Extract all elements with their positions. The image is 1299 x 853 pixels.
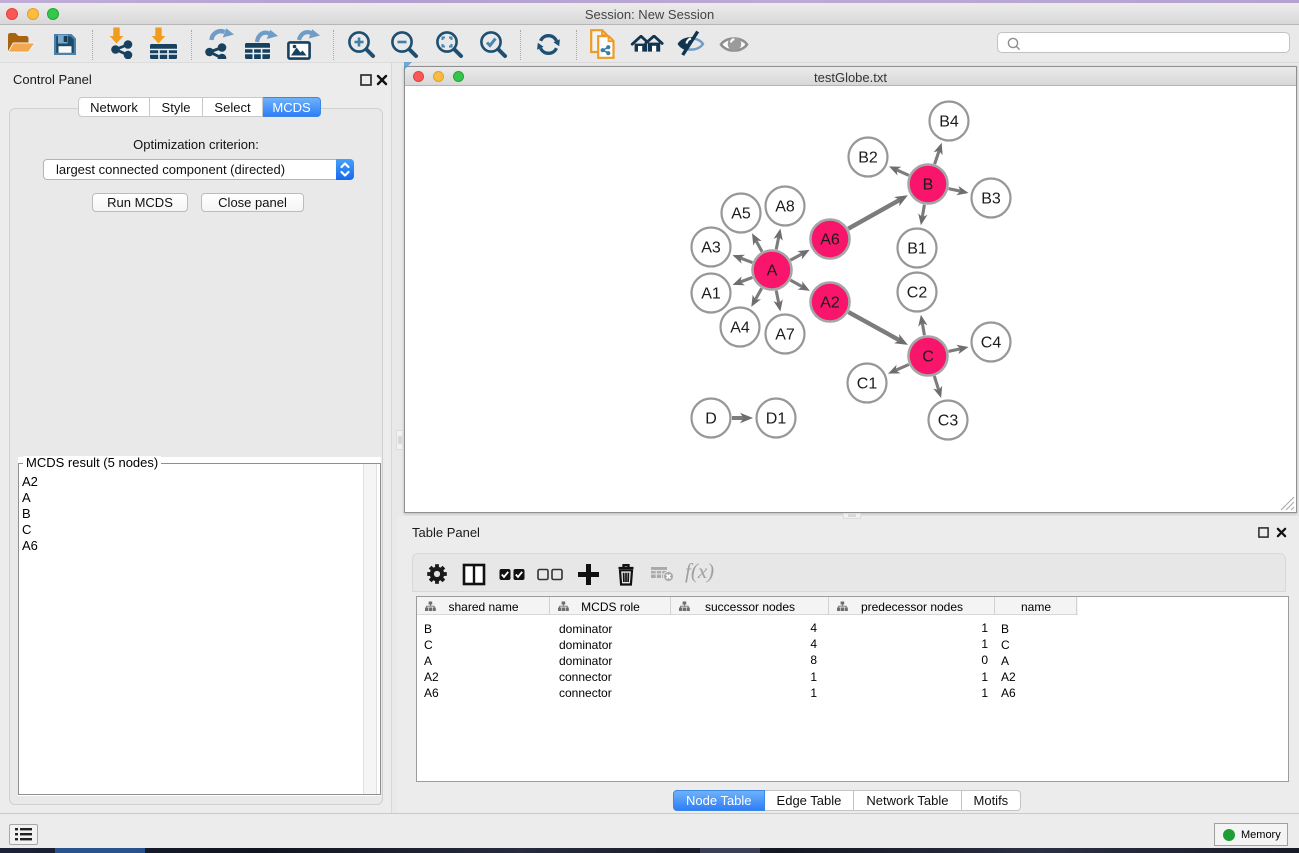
svg-text:A4: A4 xyxy=(730,320,750,337)
svg-text:C2: C2 xyxy=(907,285,928,302)
svg-text:C3: C3 xyxy=(938,413,959,430)
svg-text:D1: D1 xyxy=(766,411,787,428)
svg-text:A6: A6 xyxy=(820,232,840,249)
svg-text:C1: C1 xyxy=(857,376,878,393)
svg-text:B1: B1 xyxy=(907,241,927,258)
svg-text:A2: A2 xyxy=(820,295,840,312)
svg-text:A1: A1 xyxy=(701,286,721,303)
svg-text:A8: A8 xyxy=(775,199,795,216)
svg-text:A5: A5 xyxy=(731,206,751,223)
svg-text:A: A xyxy=(767,263,778,280)
svg-text:D: D xyxy=(705,411,717,428)
svg-text:C4: C4 xyxy=(981,335,1002,352)
svg-text:A7: A7 xyxy=(775,327,795,344)
svg-text:B3: B3 xyxy=(981,191,1001,208)
svg-text:B4: B4 xyxy=(939,114,959,131)
svg-text:B2: B2 xyxy=(858,150,878,167)
svg-text:C: C xyxy=(922,349,934,366)
svg-text:A3: A3 xyxy=(701,240,721,257)
svg-text:B: B xyxy=(923,177,934,194)
